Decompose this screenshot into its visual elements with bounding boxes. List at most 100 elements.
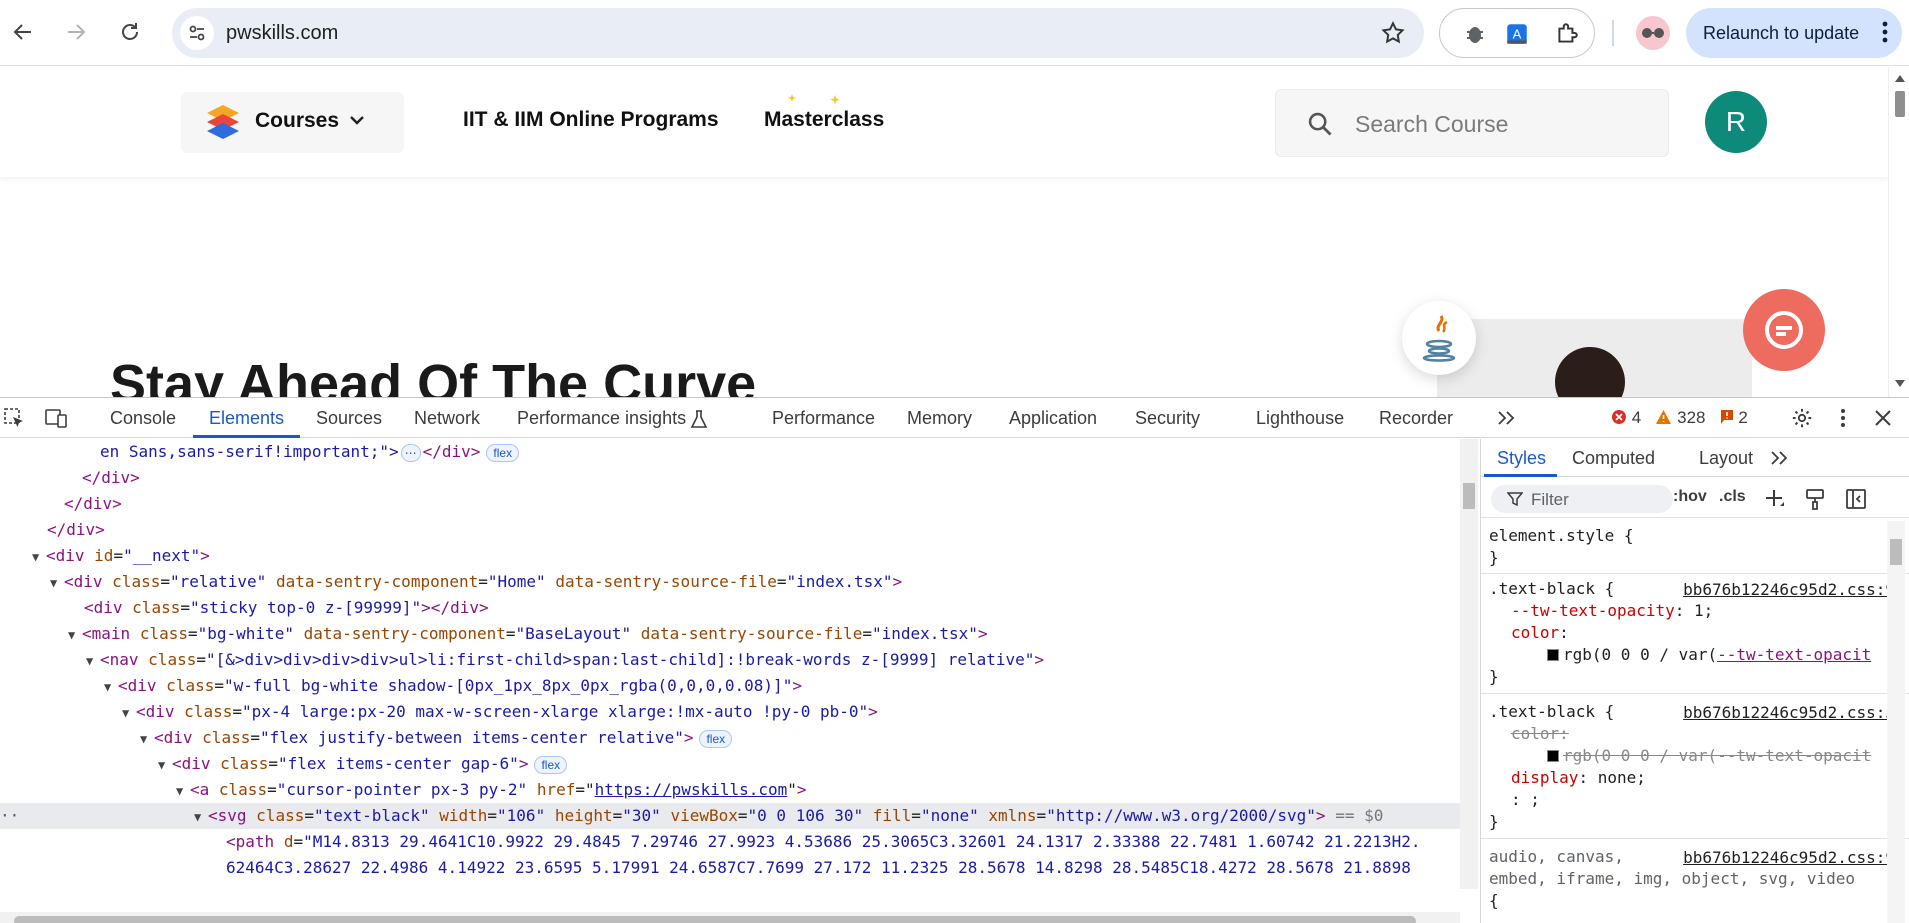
dom-line[interactable]: <path d="M14.8313 29.4641C10.9922 29.484… [226, 829, 1421, 855]
flex-badge[interactable]: flex [699, 730, 733, 748]
expand-triangle-icon[interactable]: ▼ [104, 674, 118, 700]
tab-network[interactable]: Network [414, 408, 480, 429]
address-bar[interactable]: pwskills.com [172, 8, 1424, 58]
tab-lighthouse[interactable]: Lighthouse [1256, 408, 1344, 429]
tab-layout[interactable]: Layout [1699, 448, 1753, 469]
css-property[interactable]: color: [1511, 622, 1569, 644]
tab-application[interactable]: Application [1009, 408, 1097, 429]
issues-counter[interactable]: 4 328 2 [1611, 408, 1748, 428]
double-chevron-right-icon[interactable] [1769, 450, 1789, 466]
dom-line[interactable]: ▼ <main class="bg-white" data-sentry-comp… [68, 621, 988, 647]
dom-line[interactable]: ▼ <nav class="[&>div>div>div>div>ul>li:fi… [86, 647, 1044, 673]
chat-button[interactable] [1743, 289, 1825, 371]
rule-selector[interactable]: embed, iframe, img, object, svg, video [1489, 868, 1855, 890]
dom-line[interactable]: ▼ <a class="cursor-pointer px-3 py-2" hre… [176, 777, 807, 803]
nav-link-masterclass[interactable]: Masterclass [764, 108, 884, 132]
bug-extension-button[interactable] [1460, 19, 1490, 49]
tab-recorder[interactable]: Recorder [1379, 408, 1453, 429]
css-property[interactable]: --tw-text-opacity: 1; [1511, 600, 1713, 622]
expand-triangle-icon[interactable]: ▼ [158, 752, 172, 778]
css-property-overridden[interactable]: color: [1511, 723, 1569, 745]
inspect-element-button[interactable] [2, 406, 26, 430]
extensions-button[interactable] [1552, 19, 1582, 49]
dom-line[interactable]: ▼ <div class="px-4 large:px-20 max-w-scre… [122, 699, 878, 725]
dom-line[interactable]: ▼ <div class="w-full bg-white shadow-[0px… [104, 673, 802, 699]
courses-dropdown-button[interactable]: Courses [181, 92, 404, 153]
flex-badge[interactable]: flex [486, 444, 520, 462]
paint-roller-icon[interactable] [1805, 488, 1825, 510]
dom-line[interactable]: </div> [82, 465, 140, 491]
element-style-selector[interactable]: element.style { [1489, 525, 1634, 547]
devtools-close-button[interactable] [1871, 406, 1895, 430]
href-link[interactable]: https://pwskills.com [595, 780, 788, 799]
dom-line-selected[interactable]: ·· ▼ <svg class="text-black" width="106" … [0, 803, 1460, 829]
more-tabs-button[interactable] [1494, 406, 1518, 430]
bookmark-button[interactable] [1380, 20, 1406, 51]
page-scroll-thumb[interactable] [1895, 91, 1905, 117]
device-toolbar-button[interactable] [44, 406, 68, 430]
styles-vscrollbar[interactable] [1887, 521, 1905, 923]
tab-performance[interactable]: Performance [772, 408, 875, 429]
forward-button[interactable] [58, 14, 94, 50]
expand-triangle-icon[interactable]: ▼ [32, 544, 46, 570]
tab-performance-insights[interactable]: Performance insights [517, 408, 686, 429]
css-property-value[interactable]: rgb(0 0 0 / var(--tw-text-opacit [1547, 644, 1871, 666]
translate-extension-button[interactable]: A [1502, 19, 1532, 49]
devtools-settings-button[interactable] [1790, 406, 1814, 430]
scroll-down-icon[interactable] [1894, 379, 1906, 389]
tab-security[interactable]: Security [1135, 408, 1200, 429]
scroll-up-icon[interactable] [1894, 73, 1906, 83]
hov-toggle[interactable]: :hov [1673, 488, 1707, 506]
user-avatar[interactable]: R [1705, 91, 1767, 153]
css-property-value[interactable]: rgb(0 0 0 / var(--tw-text-opacit [1547, 745, 1871, 767]
dom-line[interactable]: 62464C3.28627 22.4986 4.14922 23.6595 5.… [226, 855, 1411, 881]
elements-vscroll-thumb[interactable] [1463, 483, 1475, 509]
dom-line[interactable]: ▼ <div class="flex justify-between items-… [140, 725, 733, 752]
dom-line[interactable]: </div> [64, 491, 122, 517]
elements-hscrollbar[interactable] [0, 912, 1460, 923]
expand-triangle-icon[interactable]: ▼ [50, 570, 64, 596]
reload-button[interactable] [112, 14, 148, 50]
relaunch-button[interactable]: Relaunch to update [1686, 8, 1902, 58]
expand-triangle-icon[interactable]: ▼ [176, 778, 190, 804]
page-scrollbar[interactable] [1888, 67, 1909, 397]
search-course-input[interactable]: Search Course [1275, 89, 1669, 157]
dom-line[interactable]: <div class="sticky top-0 z-[99999]"></di… [84, 595, 489, 621]
rule-selector[interactable]: audio, canvas, [1489, 846, 1624, 868]
dom-line[interactable]: en Sans,sans-serif!important;"> ⋯ </div> fl… [100, 439, 520, 465]
css-property-new[interactable]: : ; [1511, 789, 1540, 811]
tab-sources[interactable]: Sources [316, 408, 382, 429]
dom-line[interactable]: ▼ <div class="relative" data-sentry-compo… [50, 569, 902, 595]
expand-triangle-icon[interactable]: ▼ [194, 804, 208, 830]
dom-line[interactable]: ▼ <div id="__next"> [32, 543, 210, 569]
styles-vscroll-thumb[interactable] [1890, 539, 1902, 565]
site-info-button[interactable] [180, 16, 214, 50]
color-swatch[interactable] [1547, 649, 1559, 661]
rule-source-link[interactable]: bb676b12246c95d2.css:9 [1683, 848, 1895, 867]
toggle-sidebar-icon[interactable] [1845, 488, 1867, 510]
elements-vscrollbar[interactable] [1460, 439, 1478, 889]
expand-triangle-icon[interactable]: ▼ [140, 726, 154, 752]
rule-source-link[interactable]: bb676b12246c95d2.css:9 [1683, 580, 1895, 599]
expand-triangle-icon[interactable]: ▼ [68, 622, 82, 648]
flex-badge[interactable]: flex [534, 756, 568, 774]
tab-computed[interactable]: Computed [1572, 448, 1655, 469]
tab-console[interactable]: Console [110, 408, 176, 429]
tab-elements[interactable]: Elements [209, 408, 284, 429]
menu-dots-icon[interactable] [1882, 21, 1888, 43]
profile-button[interactable] [1636, 16, 1670, 50]
ellipsis-badge[interactable]: ⋯ [400, 444, 421, 462]
dom-line[interactable]: ▼ <div class="flex items-center gap-6"> fl… [158, 751, 568, 778]
devtools-menu-button[interactable] [1831, 406, 1855, 430]
dom-line[interactable]: </div> [47, 517, 105, 543]
styles-filter-input[interactable]: Filter [1491, 485, 1673, 513]
back-button[interactable] [5, 14, 41, 50]
cls-toggle[interactable]: .cls [1719, 488, 1746, 506]
nav-link-iit-iim[interactable]: IIT & IIM Online Programs [463, 108, 719, 132]
color-swatch[interactable] [1547, 750, 1559, 762]
rule-selector[interactable]: .text-black { [1489, 701, 1614, 723]
tab-memory[interactable]: Memory [907, 408, 972, 429]
tab-styles[interactable]: Styles [1497, 448, 1546, 469]
expand-triangle-icon[interactable]: ▼ [122, 700, 136, 726]
rule-source-link[interactable]: bb676b12246c95d2.css:5 [1683, 703, 1895, 722]
